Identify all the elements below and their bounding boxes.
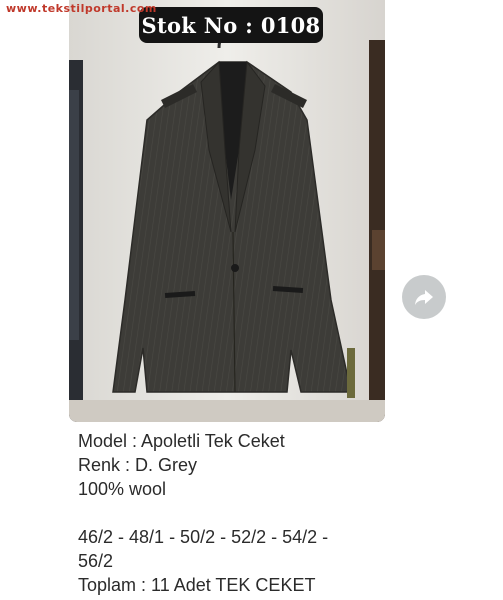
caption-sizes-line1: 46/2 - 48/1 - 50/2 - 52/2 - 54/2 - [78,527,329,547]
message-caption: Model : Apoletli Tek Ceket Renk : D. Gre… [78,429,383,597]
caption-model: Model : Apoletli Tek Ceket [78,431,285,451]
forward-button[interactable] [402,275,446,319]
watermark-logo: www.tekstilportal.com [6,2,157,15]
caption-sizes-line2: 56/2 [78,551,114,571]
message-bubble[interactable]: Stok No : 0108 Model : Apoletli Tek Ceke… [64,0,392,600]
caption-color: Renk : D. Grey [78,455,198,475]
forward-arrow-icon [415,290,433,305]
stock-number-badge: Stok No : 0108 [139,7,323,43]
caption-total: Toplam : 11 Adet TEK CEKET [78,575,316,595]
jacket-image [69,0,385,422]
product-photo[interactable]: Stok No : 0108 [69,0,385,422]
chat-background [0,0,64,600]
caption-material: 100% wool [78,479,167,499]
